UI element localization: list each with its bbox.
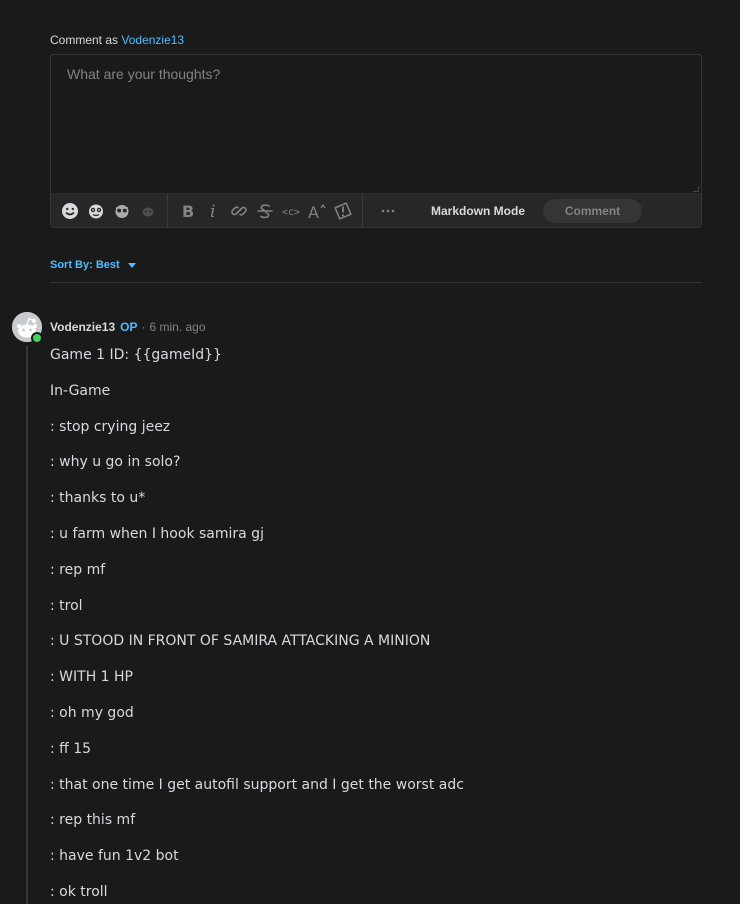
inline-code-icon[interactable]: <c> [278, 198, 304, 224]
comment-submit-button[interactable]: Comment [543, 198, 643, 223]
chevron-down-icon [127, 262, 136, 268]
link-icon[interactable] [226, 198, 252, 224]
svg-text:B: B [182, 202, 194, 220]
comment-body: Game 1 ID: {{gameId}} In-Game : stop cry… [50, 345, 464, 904]
superscript-icon[interactable]: A [304, 198, 330, 224]
comment-line: : why u go in solo? [50, 454, 181, 471]
comments-page: Comment as Vodenzie13 What are your thou… [0, 0, 740, 904]
sort-dropdown[interactable]: Sort By: Best [50, 259, 136, 271]
comment-line: : thanks to u* [50, 490, 146, 507]
comment-line: : oh my god [50, 704, 134, 721]
toolbar-separator [167, 193, 168, 228]
emoji-icon[interactable] [109, 198, 135, 224]
comment-timestamp[interactable]: 6 min. ago [149, 320, 205, 334]
svg-text:A: A [308, 203, 319, 220]
comment-line: In-Game [50, 382, 111, 399]
comment-line: : ok troll [50, 883, 108, 900]
resize-handle[interactable] [693, 186, 699, 192]
more-icon[interactable] [375, 198, 401, 224]
comment-as-username[interactable]: Vodenzie13 [121, 33, 184, 47]
strikethrough-icon[interactable] [252, 198, 278, 224]
comment-author[interactable]: Vodenzie13 [50, 320, 115, 334]
markdown-mode-button[interactable]: Markdown Mode [431, 204, 525, 218]
svg-text:<c>: <c> [282, 207, 300, 218]
meta-separator: · [141, 320, 146, 334]
italic-icon[interactable]: i [200, 198, 226, 224]
comment-line: : that one time I get autofil support an… [50, 776, 464, 793]
comment-line: : rep this mf [50, 812, 136, 829]
toolbar-separator [362, 193, 363, 228]
thread-line[interactable] [26, 346, 28, 904]
comment-line: : rep mf [50, 561, 106, 578]
comment-line: : stop crying jeez [50, 418, 171, 435]
comment-line: : ff 15 [50, 740, 92, 757]
comment-input[interactable]: What are your thoughts? [67, 66, 220, 82]
svg-text:i: i [210, 202, 215, 220]
comment-meta: Vodenzie13 OP · 6 min. ago [50, 320, 206, 334]
comment-line: : u farm when I hook samira gj [50, 525, 264, 542]
emoji-icon[interactable] [135, 198, 161, 224]
editor-toolbar: B i <c> A Markdown Mode Comment [51, 193, 701, 228]
emoji-icon[interactable] [83, 198, 109, 224]
op-badge: OP [120, 320, 138, 334]
smiley-icon[interactable] [57, 198, 83, 224]
comment-line: Game 1 ID: {{gameId}} [50, 347, 222, 363]
divider [50, 282, 702, 283]
bold-icon[interactable]: B [174, 198, 200, 224]
online-status-icon [31, 332, 43, 344]
comment-line: : WITH 1 HP [50, 669, 133, 686]
comment-line: : have fun 1v2 bot [50, 848, 179, 865]
sort-label: Sort By: Best [50, 259, 120, 271]
comment-line: : trol [50, 597, 83, 614]
spoiler-icon[interactable] [330, 198, 356, 224]
comment-as-label: Comment as Vodenzie13 [50, 33, 184, 47]
comment-line: : U STOOD IN FRONT OF SAMIRA ATTACKING A… [50, 633, 431, 650]
comment-as-prefix: Comment as [50, 33, 119, 47]
comment-editor[interactable]: What are your thoughts? B i <c> A Markdo… [50, 54, 702, 228]
